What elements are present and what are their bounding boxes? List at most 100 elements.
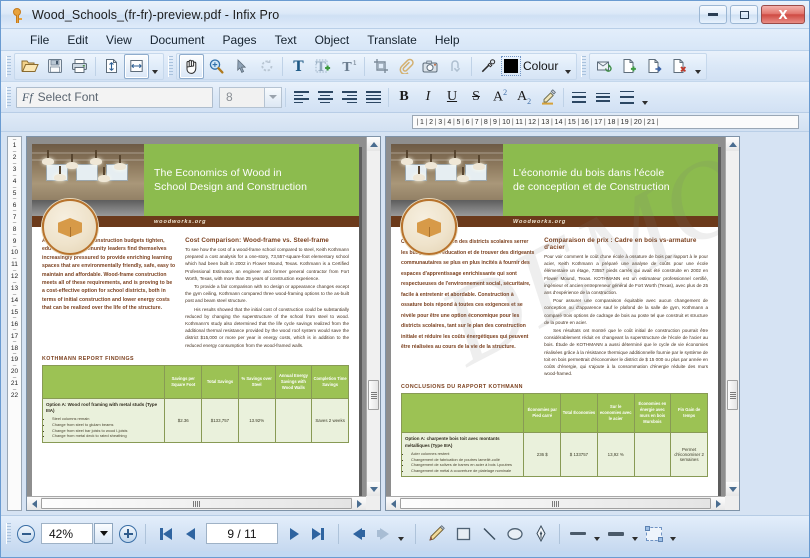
delete-page-button[interactable] — [667, 54, 692, 79]
zoom-dropdown-button[interactable] — [94, 523, 113, 544]
zoom-tool-button[interactable] — [204, 54, 229, 79]
hand-tool-button[interactable] — [179, 54, 204, 79]
scroll-down-button[interactable] — [726, 482, 740, 496]
zoom-level-input[interactable]: 42% — [41, 523, 93, 544]
line-spacing-double-button[interactable] — [591, 85, 615, 109]
add-page-button[interactable] — [617, 54, 642, 79]
text-tool-button[interactable]: T — [286, 54, 311, 79]
selection-dropdown-arrow[interactable] — [667, 521, 679, 546]
menu-item-view[interactable]: View — [97, 31, 141, 49]
prev-page-button[interactable] — [178, 522, 202, 546]
menu-item-translate[interactable]: Translate — [358, 31, 426, 49]
scroll-left-button[interactable] — [27, 497, 41, 511]
open-file-button[interactable] — [17, 54, 42, 79]
snapshot-button[interactable] — [418, 54, 443, 79]
menu-item-file[interactable]: File — [21, 31, 58, 49]
left-pane-horizontal-scrollbar[interactable] — [27, 496, 366, 510]
pdf-page-french[interactable]: DEMO — [391, 144, 718, 511]
back-button[interactable] — [347, 522, 371, 546]
scroll-left-button[interactable] — [386, 497, 400, 511]
rotate-button[interactable] — [254, 54, 279, 79]
selection-style-button[interactable] — [641, 521, 667, 547]
menu-item-edit[interactable]: Edit — [58, 31, 97, 49]
link-button[interactable] — [393, 54, 418, 79]
scroll-thumb-h[interactable] — [41, 498, 352, 509]
highlight-button[interactable] — [536, 85, 560, 109]
add-text-button[interactable]: T — [311, 54, 336, 79]
menu-item-pages[interactable]: Pages — [214, 31, 266, 49]
fit-page-button[interactable] — [99, 54, 124, 79]
left-pane-vertical-scrollbar[interactable] — [366, 137, 380, 496]
scroll-right-button[interactable] — [352, 497, 366, 511]
underline-button[interactable]: U — [440, 85, 464, 109]
zoom-in-button[interactable] — [119, 525, 137, 543]
line-spacing-more-button[interactable] — [615, 85, 639, 109]
right-pane-vertical-scrollbar[interactable] — [725, 137, 739, 496]
reflow-button[interactable] — [443, 54, 468, 79]
ellipse-tool-button[interactable] — [502, 521, 528, 547]
scroll-thumb[interactable] — [727, 380, 738, 410]
italic-button[interactable]: I — [416, 85, 440, 109]
fit-width-button[interactable] — [124, 54, 149, 79]
minimize-button[interactable] — [699, 5, 727, 24]
first-page-button[interactable] — [154, 522, 178, 546]
scroll-right-button[interactable] — [711, 497, 725, 511]
font-size-input[interactable]: 8 — [219, 87, 265, 108]
refresh-page-button[interactable] — [592, 54, 617, 79]
format-toolbar-grip[interactable] — [6, 87, 11, 108]
history-dropdown-arrow[interactable] — [395, 521, 407, 546]
line-tool-button[interactable] — [476, 521, 502, 547]
statusbar-grip[interactable] — [6, 523, 11, 544]
select-tool-button[interactable] — [229, 54, 254, 79]
pdf-page-english[interactable]: The Economics of Wood in School Design a… — [32, 144, 359, 511]
save-button[interactable] — [42, 54, 67, 79]
menu-item-document[interactable]: Document — [141, 31, 214, 49]
line-weight-dropdown-arrow[interactable] — [591, 521, 603, 546]
superscript-button[interactable]: A2 — [488, 85, 512, 109]
scroll-thumb-h[interactable] — [400, 498, 711, 509]
colour-dropdown-arrow[interactable] — [562, 54, 574, 79]
page-number-input[interactable]: 9 / 11 — [206, 523, 278, 544]
align-left-button[interactable] — [289, 85, 313, 109]
eyedropper-button[interactable] — [475, 54, 500, 79]
line-spacing-dropdown-arrow[interactable] — [639, 85, 651, 110]
document-pane-left[interactable]: The Economics of Wood in School Design a… — [26, 136, 381, 511]
right-pane-horizontal-scrollbar[interactable] — [386, 496, 725, 510]
scroll-thumb[interactable] — [368, 380, 379, 410]
page-toolbar-grip[interactable] — [581, 56, 586, 77]
last-page-button[interactable] — [306, 522, 330, 546]
menu-item-text[interactable]: Text — [266, 31, 306, 49]
menu-item-help[interactable]: Help — [426, 31, 469, 49]
close-button[interactable]: X — [761, 5, 805, 24]
font-size-dropdown[interactable] — [265, 87, 282, 108]
bold-button[interactable]: B — [392, 85, 416, 109]
export-page-button[interactable] — [642, 54, 667, 79]
strikethrough-button[interactable]: S — [464, 85, 488, 109]
align-right-button[interactable] — [337, 85, 361, 109]
font-select-input[interactable]: Ff Select Font — [16, 87, 213, 108]
pen-tool-button[interactable] — [528, 521, 554, 547]
tools-toolbar-grip[interactable] — [168, 56, 173, 77]
scroll-up-button[interactable] — [726, 137, 740, 151]
vertical-ruler[interactable]: –1–2–3–4–5–6–7–8–9–10–11–12–13–14–15–16–… — [7, 136, 22, 511]
print-button[interactable] — [67, 54, 92, 79]
line-style-button[interactable] — [603, 521, 629, 547]
maximize-button[interactable] — [730, 5, 758, 24]
scroll-down-button[interactable] — [367, 482, 381, 496]
page-dropdown-arrow[interactable] — [692, 54, 704, 79]
crop-button[interactable] — [368, 54, 393, 79]
colour-picker-button[interactable]: Colour — [500, 54, 562, 79]
fit-dropdown-arrow[interactable] — [149, 54, 161, 79]
menu-item-object[interactable]: Object — [306, 31, 359, 49]
next-page-button[interactable] — [282, 522, 306, 546]
scroll-up-button[interactable] — [367, 137, 381, 151]
text-order-button[interactable]: T 123 — [336, 54, 361, 79]
document-pane-right[interactable]: DEMO — [385, 136, 740, 511]
line-style-dropdown-arrow[interactable] — [629, 521, 641, 546]
align-justify-button[interactable] — [361, 85, 385, 109]
forward-button[interactable] — [371, 522, 395, 546]
subscript-button[interactable]: A2 — [512, 85, 536, 109]
rectangle-tool-button[interactable] — [450, 521, 476, 547]
pencil-tool-button[interactable] — [424, 521, 450, 547]
horizontal-ruler[interactable]: |1|2|3|4|5|6|7|8|9|10|11|12|13|14|15|16|… — [412, 115, 799, 129]
